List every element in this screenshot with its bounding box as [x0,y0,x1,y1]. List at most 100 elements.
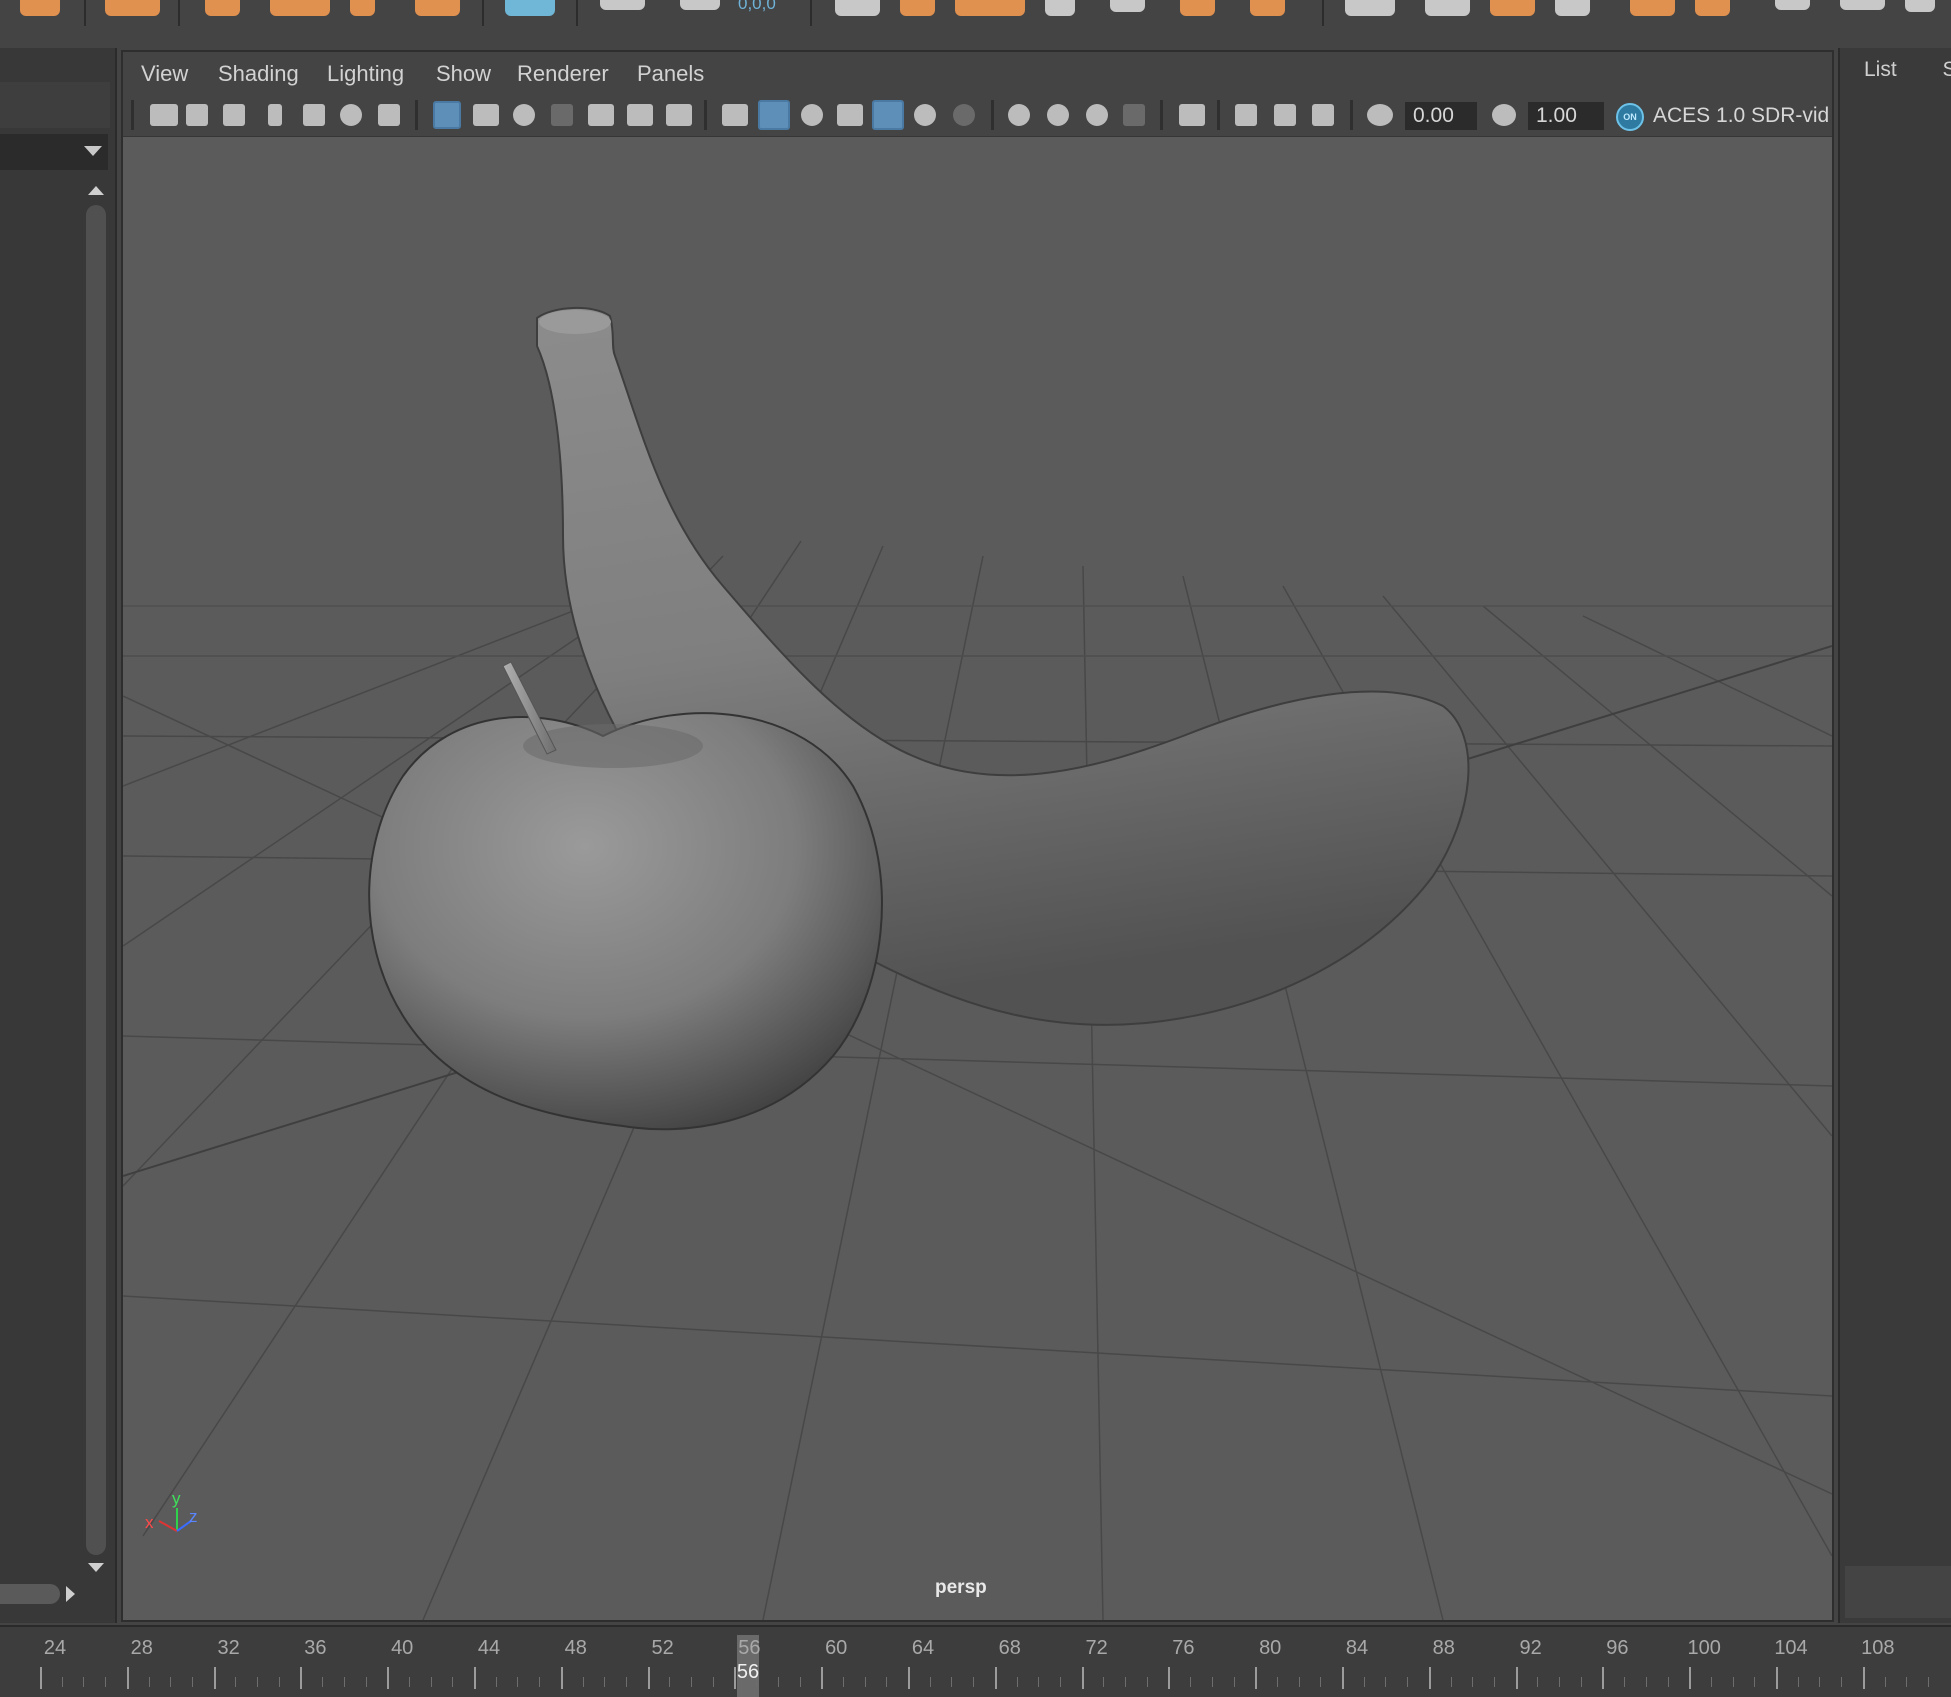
shelf-tool-icon[interactable] [835,0,880,16]
safe-title-icon[interactable] [666,104,692,126]
timeline-major-tick [908,1667,910,1689]
color-space-dropdown[interactable]: ACES 1.0 SDR-vid [1653,104,1829,128]
grid-icon[interactable] [433,101,461,129]
default-material-icon[interactable] [801,104,823,126]
motion-blur-icon[interactable] [1047,104,1069,126]
image-plane-icon[interactable] [303,104,325,126]
scroll-right-arrow-icon[interactable] [66,1586,75,1602]
menu-list[interactable]: List [1864,58,1897,81]
camera-attributes-icon[interactable] [223,104,245,126]
timeline-minor-tick [604,1677,606,1687]
shelf-tool-icon[interactable] [680,0,720,10]
menu-panels[interactable]: Panels [637,61,704,87]
shelf-tool-icon[interactable] [505,0,555,16]
scroll-down-arrow-icon[interactable] [88,1563,104,1572]
timeline-minor-tick [691,1677,692,1687]
timeline-minor-tick [1363,1677,1365,1687]
timeline-frame-label: 48 [564,1637,587,1659]
viewport-panel[interactable]: View Shading Lighting Show Renderer Pane… [121,50,1834,1622]
xray-icon[interactable] [1235,104,1257,126]
lock-camera-icon[interactable] [186,104,208,126]
timeline-minor-tick [799,1677,801,1687]
xray-components-icon[interactable] [1312,104,1334,126]
menu-lighting[interactable]: Lighting [327,61,404,87]
menu-renderer[interactable]: Renderer [517,61,609,87]
shelf-tool-icon[interactable] [1110,0,1145,12]
menu-view[interactable]: View [141,61,188,87]
timeline-minor-tick [669,1677,671,1687]
timeline-major-tick [1255,1667,1258,1689]
time-slider[interactable]: 24 28 32 36 40 44 48 52 56 60 64 68 72 76 80 84 88 92 96 10… [0,1625,1951,1697]
film-gate-icon[interactable] [473,104,499,126]
shelf-tool-icon[interactable] [1045,0,1075,16]
shelf-tool-icon[interactable] [105,0,160,16]
left-panel-dropdown[interactable] [0,134,108,170]
timeline-minor-tick [452,1677,454,1687]
shelf-tool-icon[interactable] [1180,0,1215,16]
apple-mesh[interactable] [368,712,883,1131]
shelf-tool-icon[interactable] [1490,0,1535,16]
isolate-select-icon[interactable] [1179,104,1205,126]
shelf-coords-label[interactable]: 0,0,0 [738,0,776,14]
field-chart-icon[interactable] [588,104,614,126]
shelf-separator [84,0,86,26]
exposure-field[interactable]: 0.00 [1405,102,1477,130]
shelf-tool-icon[interactable] [350,0,375,16]
wireframe-icon[interactable] [722,104,748,126]
menu-select[interactable]: Sel [1943,58,1951,81]
shelf-tool-icon[interactable] [1905,0,1935,12]
toolbar-separator [131,100,134,130]
menu-shading[interactable]: Shading [218,61,299,87]
shadows-icon[interactable] [953,104,975,126]
shelf-tool-icon[interactable] [900,0,935,16]
shelf-tool-icon[interactable] [600,0,645,10]
gamma-icon[interactable] [1492,104,1516,126]
toolbar-separator [1217,100,1220,130]
shelf-tool-icon[interactable] [20,0,60,16]
shelf-tool-icon[interactable] [955,0,1025,16]
shelf-tool-icon[interactable] [1345,0,1395,16]
timeline-major-tick [821,1667,824,1689]
anti-aliasing-icon[interactable] [1086,104,1108,126]
shelf-tool-icon[interactable] [1695,0,1730,16]
timeline-minor-tick [1038,1677,1040,1687]
gamma-field[interactable]: 1.00 [1528,102,1604,130]
bookmark-icon[interactable] [268,104,282,126]
shelf-tool-icon[interactable] [1555,0,1590,16]
safe-action-icon[interactable] [627,104,653,126]
shelf-tool-icon[interactable] [1630,0,1675,16]
camera-name-label: persp [935,1577,987,1598]
smooth-shade-icon[interactable] [758,100,790,130]
wireframe-on-shaded-icon[interactable] [837,104,863,126]
timeline-minor-tick [365,1677,367,1687]
gate-mask-icon[interactable] [551,104,573,126]
depth-of-field-icon[interactable] [1123,104,1145,126]
shelf-tool-icon[interactable] [1775,0,1810,10]
shelf-tool-icon[interactable] [205,0,240,16]
menu-show[interactable]: Show [436,61,491,87]
shelf-tool-icon[interactable] [1250,0,1285,16]
timeline-frame-label: 104 [1774,1637,1808,1659]
screen-space-ao-icon[interactable] [1008,104,1030,126]
timeline-major-tick [1515,1667,1518,1689]
textured-icon[interactable] [872,100,904,130]
panel-toolbar: 0.00 1.00 ON ACES 1.0 SDR-vid [123,94,1832,137]
shelf-tool-icon[interactable] [1425,0,1470,16]
scene-canvas[interactable]: y x z [123,136,1832,1620]
left-panel-hscrollbar[interactable] [0,1584,60,1604]
timeline-minor-tick [148,1677,150,1687]
shelf-separator [1322,0,1324,26]
scroll-up-arrow-icon[interactable] [88,186,104,195]
select-camera-icon[interactable] [150,104,178,126]
color-management-toggle[interactable]: ON [1616,103,1644,131]
grease-pencil-icon[interactable] [378,104,400,126]
shelf-tool-icon[interactable] [415,0,460,16]
shelf-tool-icon[interactable] [270,0,330,16]
2d-pan-zoom-icon[interactable] [340,104,362,126]
left-panel-scrollbar[interactable] [86,205,106,1555]
exposure-icon[interactable] [1367,104,1393,126]
resolution-gate-icon[interactable] [513,104,535,126]
xray-joints-icon[interactable] [1274,104,1296,126]
use-all-lights-icon[interactable] [914,104,936,126]
shelf-tool-icon[interactable] [1840,0,1885,10]
